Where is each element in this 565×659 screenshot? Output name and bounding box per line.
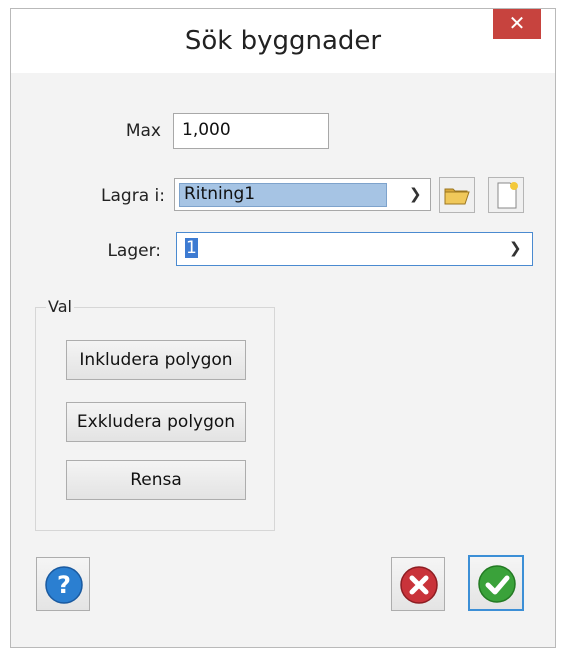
include-polygon-button[interactable]: Inkludera polygon xyxy=(66,340,246,380)
val-groupbox: Val Inkludera polygon Exkludera polygon … xyxy=(35,297,275,531)
browse-folder-button[interactable] xyxy=(439,177,475,213)
dialog-window: Sök byggnader ✕ Max 1,000 Lagra i: Ritni… xyxy=(10,8,556,648)
exclude-polygon-button[interactable]: Exkludera polygon xyxy=(66,402,246,442)
chevron-down-icon[interactable]: ❯ xyxy=(509,239,522,257)
val-group-legend: Val xyxy=(46,297,74,316)
close-icon: ✕ xyxy=(508,11,526,35)
help-icon: ? xyxy=(45,566,83,604)
svg-text:?: ? xyxy=(57,571,71,599)
lagra-value: Ritning1 xyxy=(184,184,256,204)
lagra-label: Lagra i: xyxy=(101,186,165,206)
folder-open-icon xyxy=(444,188,470,205)
max-value: 1,000 xyxy=(182,120,231,140)
chevron-down-icon[interactable]: ❯ xyxy=(409,185,422,203)
lager-value: 1 xyxy=(185,238,198,258)
lagra-dropdown[interactable]: Ritning1 ❯ xyxy=(174,178,431,211)
lager-label: Lager: xyxy=(107,241,161,261)
max-label: Max xyxy=(125,121,161,141)
new-drawing-button[interactable] xyxy=(488,177,524,213)
ok-button[interactable] xyxy=(468,555,524,611)
clear-button[interactable]: Rensa xyxy=(66,460,246,500)
lager-dropdown[interactable]: 1 ❯ xyxy=(176,232,533,266)
ok-check-icon xyxy=(478,565,516,603)
new-document-icon xyxy=(497,182,518,209)
dialog-title: Sök byggnader xyxy=(11,9,555,73)
cancel-button[interactable] xyxy=(391,557,445,611)
max-input[interactable]: 1,000 xyxy=(173,113,329,149)
cancel-icon xyxy=(400,566,438,604)
close-button[interactable]: ✕ xyxy=(493,9,541,39)
help-button[interactable]: ? xyxy=(36,557,90,611)
